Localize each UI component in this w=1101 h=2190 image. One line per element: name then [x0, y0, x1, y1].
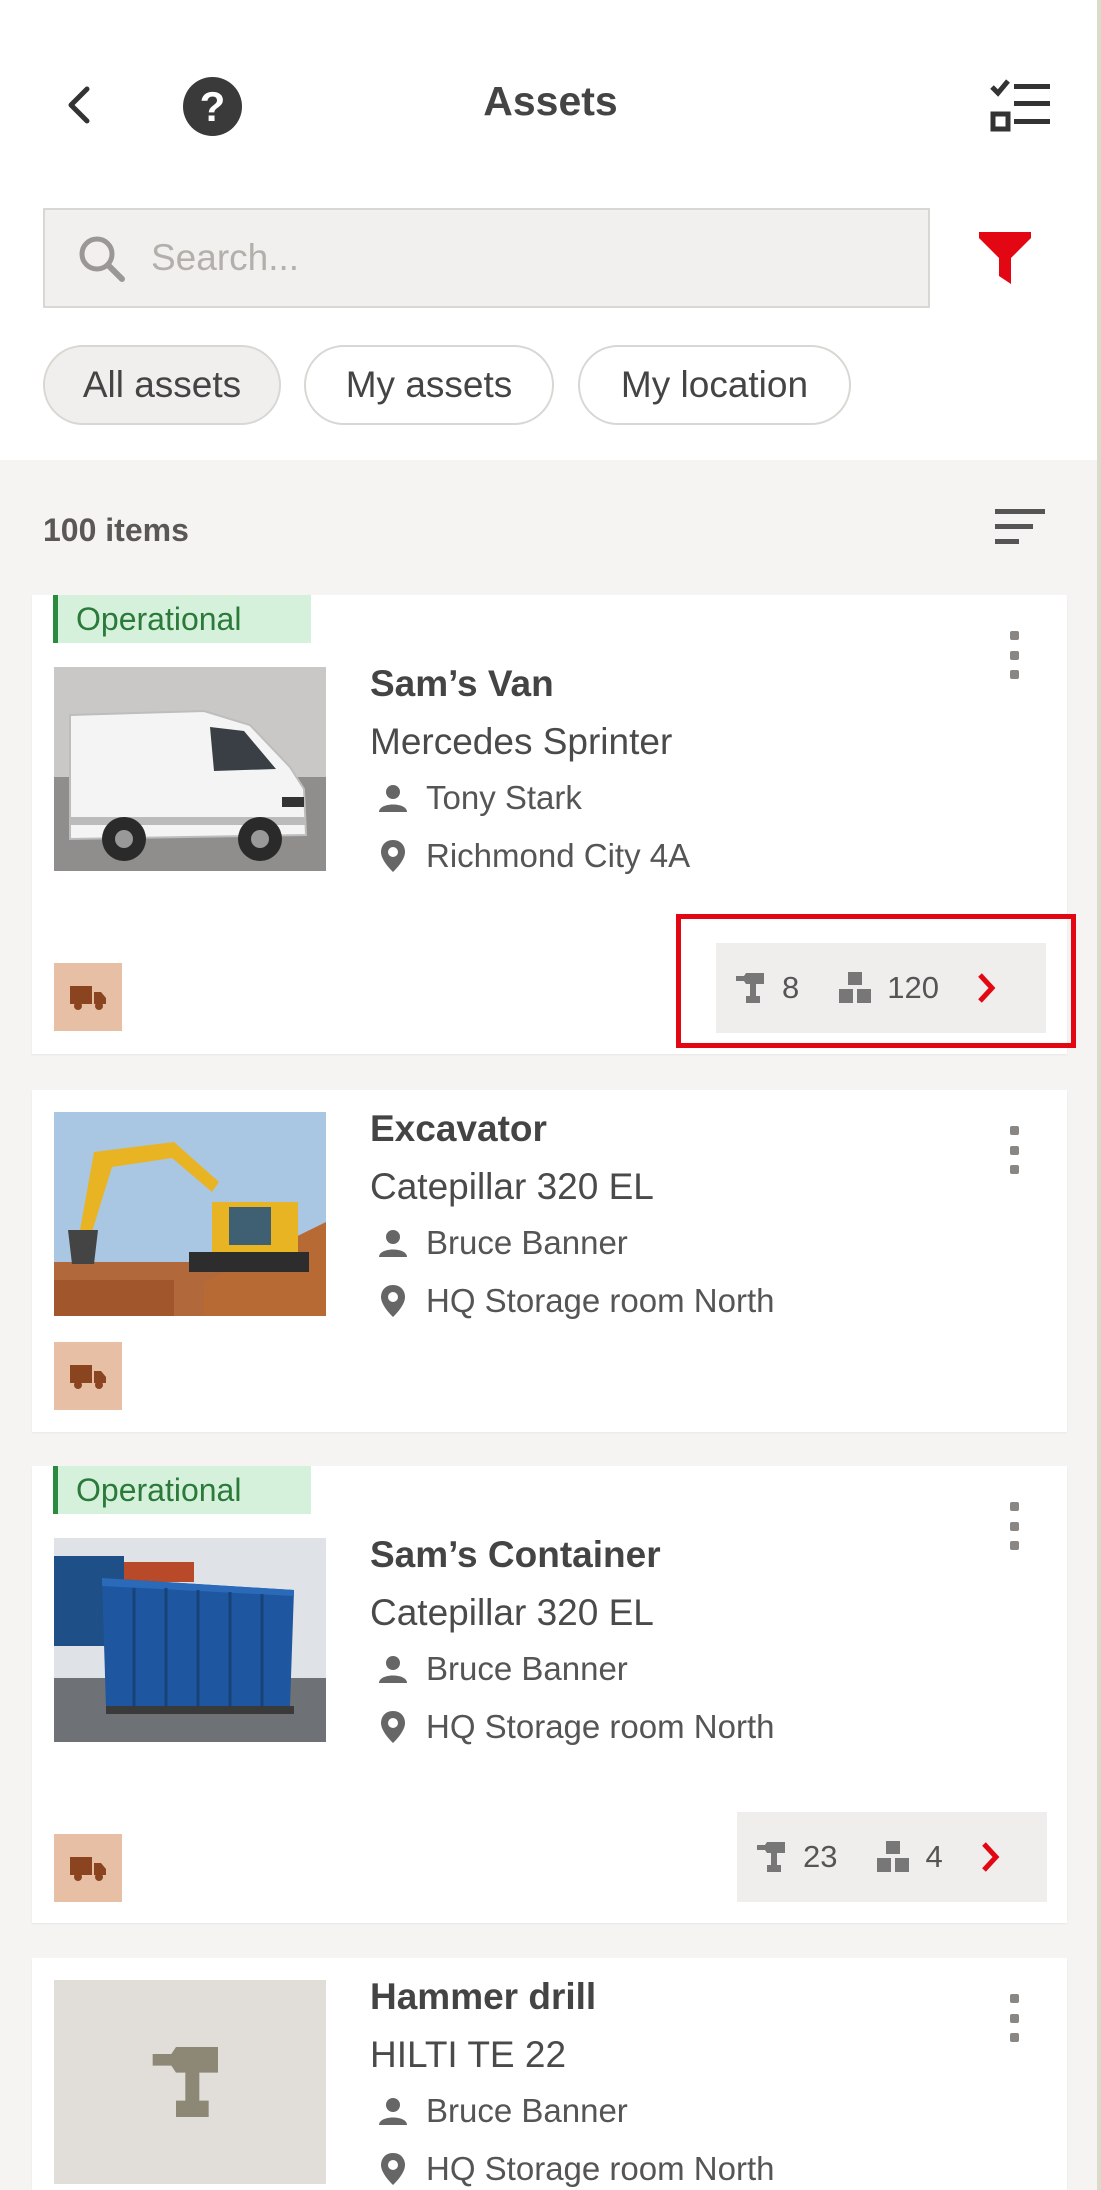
asset-card[interactable]: Hammer drill HILTI TE 22 Bruce Banner HQ… — [32, 1958, 1067, 2190]
drill-placeholder — [152, 2047, 218, 2117]
asset-location-label: HQ Storage room North — [426, 1282, 775, 1319]
container-photo — [54, 1538, 326, 1742]
location-pin-icon — [381, 2153, 405, 2185]
screen-edge — [1097, 0, 1101, 2190]
asset-image — [54, 1538, 326, 1742]
asset-image — [54, 1112, 326, 1316]
chip-my-assets[interactable]: My assets — [304, 345, 554, 425]
asset-owner-label: Bruce Banner — [426, 1224, 628, 1261]
chip-all-assets[interactable]: All assets — [43, 345, 281, 425]
asset-model: Mercedes Sprinter — [370, 721, 673, 762]
asset-model: Catepillar 320 EL — [370, 1166, 654, 1207]
person-icon — [379, 1656, 407, 1683]
filter-funnel-icon — [979, 232, 1031, 284]
filter-button[interactable] — [975, 228, 1035, 290]
van-photo — [54, 667, 326, 871]
asset-owner: Tony Stark — [376, 779, 582, 817]
item-count: 100 items — [43, 512, 189, 548]
asset-name: Hammer drill — [370, 1976, 597, 2017]
assets-screen: ? Assets All assets My assets My locatio… — [0, 0, 1101, 2190]
drill-icon — [757, 1842, 785, 1872]
truck-icon — [70, 986, 106, 1010]
location-pin-icon — [381, 840, 405, 872]
tools-count: 23 — [803, 1839, 838, 1874]
asset-location: HQ Storage room North — [376, 1708, 774, 1746]
chevron-right-icon — [981, 1842, 1000, 1872]
asset-image — [54, 1980, 326, 2184]
asset-owner-label: Bruce Banner — [426, 1650, 628, 1687]
more-options-button[interactable] — [994, 625, 1034, 685]
location-pin-icon — [381, 1711, 405, 1743]
more-options-button[interactable] — [994, 1496, 1034, 1556]
asset-owner: Bruce Banner — [376, 2092, 628, 2130]
asset-owner-label: Bruce Banner — [426, 2092, 628, 2129]
highlight-box — [676, 914, 1076, 1048]
asset-model: Catepillar 320 EL — [370, 1592, 654, 1633]
asset-owner-label: Tony Stark — [426, 779, 582, 816]
person-icon — [379, 785, 407, 812]
more-options-button[interactable] — [994, 1120, 1034, 1180]
status-badge: Operational — [53, 595, 311, 643]
location-pin-icon — [381, 1285, 405, 1317]
sort-button[interactable] — [993, 506, 1047, 548]
category-badge — [54, 1342, 122, 1410]
asset-location-label: Richmond City 4A — [426, 837, 691, 874]
boxes-icon — [877, 1841, 910, 1872]
asset-location: HQ Storage room North — [376, 1282, 774, 1320]
checklist-icon — [990, 79, 1050, 132]
items-count: 4 — [925, 1839, 943, 1874]
category-badge — [54, 963, 122, 1031]
asset-model: HILTI TE 22 — [370, 2034, 567, 2075]
category-badge — [54, 1834, 122, 1902]
chip-my-location[interactable]: My location — [578, 345, 851, 425]
asset-owner: Bruce Banner — [376, 1650, 628, 1688]
asset-owner: Bruce Banner — [376, 1224, 628, 1262]
asset-name: Sam’s Container — [370, 1534, 661, 1575]
asset-location-label: HQ Storage room North — [426, 1708, 775, 1745]
asset-contents-button[interactable]: 23 4 — [737, 1812, 1047, 1902]
status-badge: Operational — [53, 1466, 311, 1514]
person-icon — [379, 1230, 407, 1257]
multi-select-button[interactable] — [988, 77, 1054, 135]
asset-name: Sam’s Van — [370, 663, 554, 704]
search-field[interactable] — [43, 208, 930, 308]
search-icon — [79, 236, 125, 282]
truck-icon — [70, 1365, 106, 1389]
asset-card[interactable]: Excavator Catepillar 320 EL Bruce Banner… — [32, 1090, 1067, 1432]
asset-location: HQ Storage room North — [376, 2150, 774, 2188]
search-input[interactable] — [151, 237, 911, 279]
top-panel: ? Assets All assets My assets My locatio… — [0, 0, 1101, 460]
asset-location-label: HQ Storage room North — [426, 2150, 775, 2187]
asset-location: Richmond City 4A — [376, 837, 690, 875]
truck-icon — [70, 1857, 106, 1881]
sort-icon — [995, 509, 1045, 544]
asset-name: Excavator — [370, 1108, 547, 1149]
asset-card[interactable]: Operational Sam’s Container Catepillar 3… — [32, 1466, 1067, 1923]
page-title: Assets — [483, 78, 618, 124]
person-icon — [379, 2098, 407, 2125]
more-options-button[interactable] — [994, 1988, 1034, 2048]
asset-image — [54, 667, 326, 871]
excavator-photo — [54, 1112, 326, 1316]
